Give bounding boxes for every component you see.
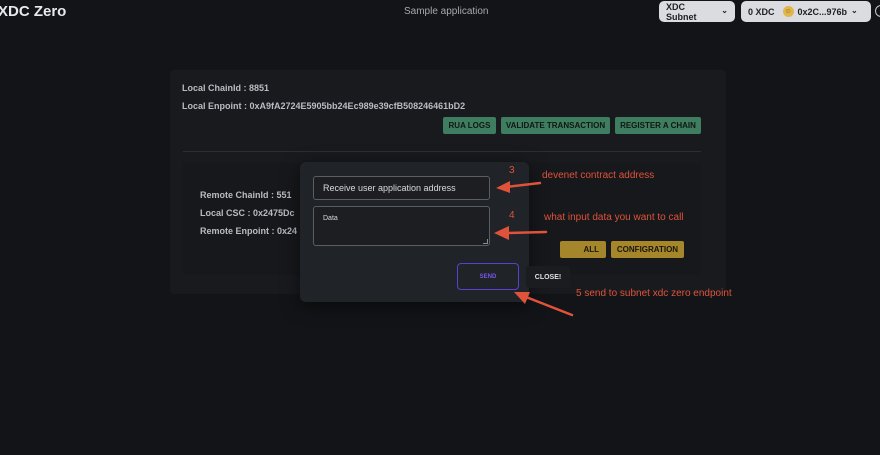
arrow-5 <box>524 295 574 317</box>
arrow-4 <box>504 230 548 235</box>
arrow-3 <box>504 181 542 189</box>
arrow-4-head <box>494 226 509 240</box>
annotation-arrows <box>494 181 574 317</box>
arrow-3-head <box>496 181 510 193</box>
